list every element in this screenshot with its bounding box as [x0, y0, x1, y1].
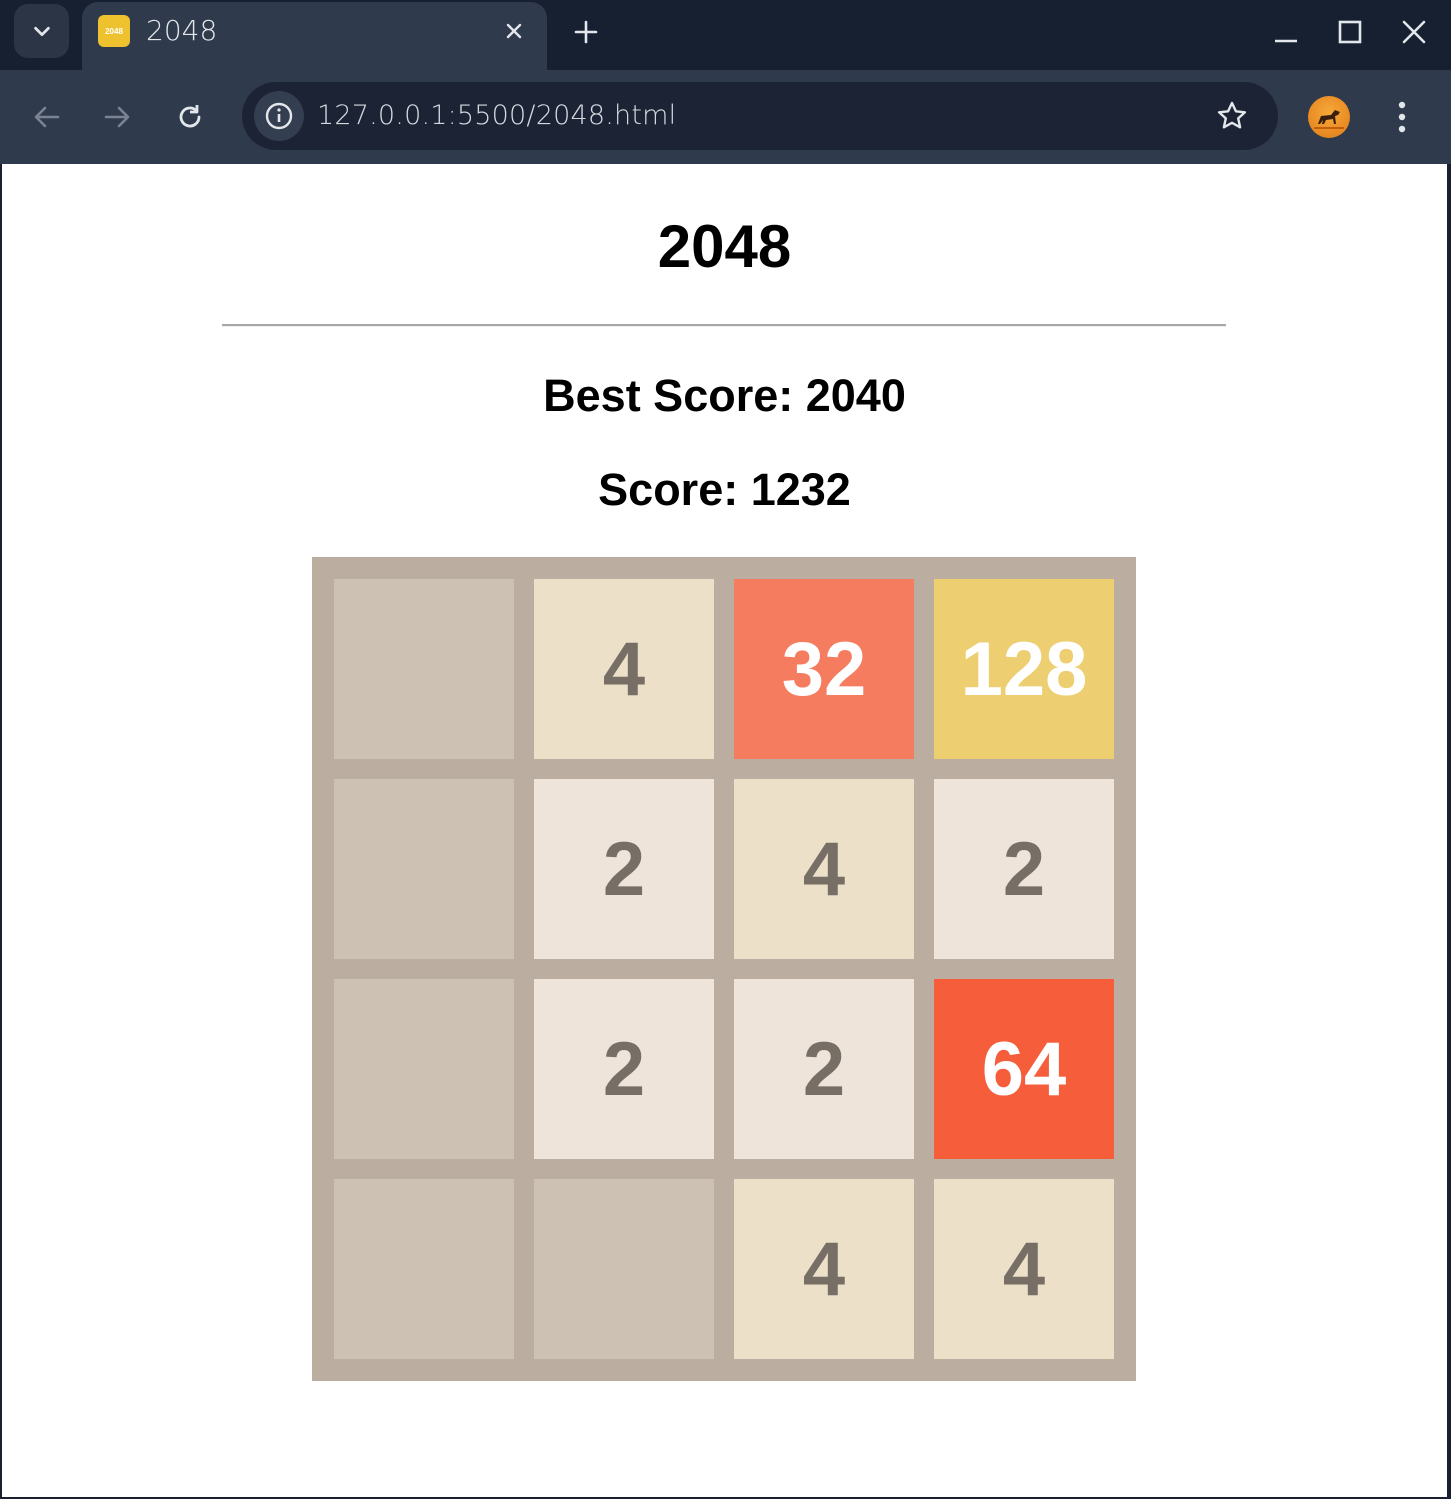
maximize-button[interactable]: [1328, 10, 1372, 54]
tab-strip: 2048 2048: [0, 0, 1451, 70]
close-icon: [506, 23, 522, 39]
browser-tab[interactable]: 2048 2048: [82, 2, 547, 70]
tile-2: 2: [734, 979, 914, 1159]
best-score-label: Best Score: 2040: [543, 370, 906, 421]
horse-icon: [1314, 110, 1344, 129]
page-content: 2048 Best Score: 2040 Score: 1232 4 32 128…: [2, 164, 1447, 1497]
browser-menu-button[interactable]: [1380, 92, 1424, 142]
game-board: 4 32 128 2 4 2 2 2 64 4 4: [312, 557, 1136, 1381]
tab-search-button[interactable]: [14, 4, 69, 58]
tab-favicon-icon: 2048: [98, 15, 130, 47]
page-title: 2048: [657, 213, 792, 280]
tile-empty: [334, 779, 514, 959]
new-tab-button[interactable]: [566, 12, 606, 52]
chevron-down-icon: [33, 26, 50, 37]
address-bar[interactable]: 127.0.0.1:5500/2048.html: [242, 82, 1278, 150]
site-info-button[interactable]: [254, 91, 304, 141]
tab-title: 2048: [146, 14, 218, 47]
minimize-button[interactable]: [1264, 10, 1308, 54]
back-button[interactable]: [22, 92, 72, 142]
tile-32: 32: [734, 579, 914, 759]
tile-empty: [334, 1179, 514, 1359]
profile-avatar[interactable]: [1308, 96, 1350, 138]
tile-4: 4: [734, 1179, 914, 1359]
kebab-menu-icon: [1398, 101, 1406, 133]
tile-4: 4: [734, 779, 914, 959]
close-window-button[interactable]: [1392, 10, 1436, 54]
url-text[interactable]: 127.0.0.1:5500/2048.html: [317, 100, 676, 131]
minimize-icon: [1275, 39, 1297, 43]
forward-button[interactable]: [92, 92, 142, 142]
reload-icon: [179, 105, 201, 128]
bookmark-button[interactable]: [1214, 98, 1250, 134]
star-icon: [1217, 101, 1247, 129]
plus-icon: [574, 20, 598, 44]
arrow-right-icon: [104, 106, 130, 128]
tab-close-button[interactable]: [499, 16, 529, 46]
tile-64: 64: [934, 979, 1114, 1159]
tile-empty: [334, 979, 514, 1159]
maximize-icon: [1338, 20, 1362, 44]
info-icon: [265, 102, 293, 130]
browser-toolbar: 127.0.0.1:5500/2048.html: [0, 70, 1451, 164]
tile-4: 4: [934, 1179, 1114, 1359]
tile-2: 2: [534, 979, 714, 1159]
score-label: Score: 1232: [598, 464, 851, 515]
tile-2: 2: [934, 779, 1114, 959]
horizontal-divider: [222, 324, 1226, 327]
arrow-left-icon: [34, 106, 60, 128]
tile-empty: [534, 1179, 714, 1359]
tile-empty: [334, 579, 514, 759]
close-icon: [1402, 20, 1426, 44]
tile-2: 2: [534, 779, 714, 959]
reload-button[interactable]: [165, 92, 215, 142]
tile-128: 128: [934, 579, 1114, 759]
tile-4: 4: [534, 579, 714, 759]
